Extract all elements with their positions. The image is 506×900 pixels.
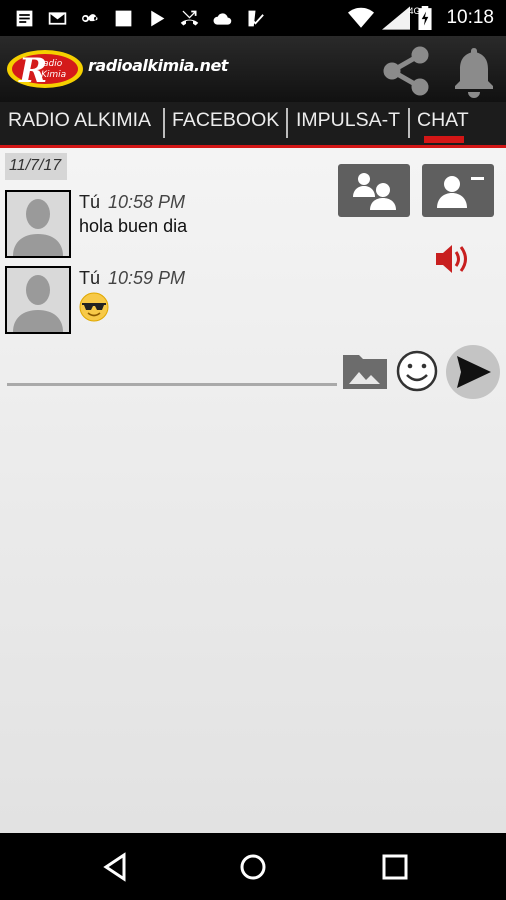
- sunglasses-emoji-icon: [78, 291, 110, 323]
- emoji-button[interactable]: [395, 348, 439, 394]
- site-title: radioalkimia.net: [88, 56, 228, 75]
- voicemail-icon: [82, 14, 98, 22]
- message-time: 10:58 PM: [108, 192, 186, 212]
- missed-call-icon: [180, 10, 199, 26]
- speaker-icon: [436, 245, 467, 273]
- send-icon: [446, 345, 500, 399]
- tab-divider: [163, 108, 165, 138]
- smiley-icon: [396, 350, 438, 392]
- clock: 10:18: [446, 7, 494, 28]
- tab-divider: [408, 108, 410, 138]
- notifications-button[interactable]: [448, 42, 500, 98]
- back-button[interactable]: [96, 847, 136, 887]
- message-input[interactable]: [7, 383, 337, 386]
- default-user-icon: [7, 192, 69, 256]
- message-time: 10:59 PM: [108, 268, 186, 288]
- signal-indicator: 4G: [382, 6, 420, 30]
- attach-image-button[interactable]: [341, 351, 389, 391]
- user-remove-button[interactable]: [422, 164, 494, 217]
- share-icon: [383, 46, 429, 96]
- bell-icon: [455, 48, 493, 98]
- users-group-button[interactable]: [338, 164, 410, 217]
- news-icon: [16, 10, 33, 27]
- battery-charging-icon: [418, 6, 432, 30]
- system-icons: 4G 10:18: [348, 6, 494, 30]
- tab-divider: [286, 108, 288, 138]
- user-remove-icon: [437, 176, 484, 208]
- navigation-bar: [0, 833, 506, 900]
- tab-radio-alkimia[interactable]: RADIO ALKIMIA: [8, 109, 151, 132]
- wifi-icon: [348, 7, 375, 28]
- svg-text:Kimia: Kimia: [41, 70, 66, 80]
- active-tab-indicator: [424, 136, 464, 143]
- users-group-icon: [353, 173, 396, 210]
- send-button[interactable]: [445, 344, 501, 400]
- default-user-icon: [7, 268, 69, 332]
- signal-icon: [382, 6, 411, 30]
- recents-button[interactable]: [375, 847, 415, 887]
- status-bar: 4G 10:18: [0, 0, 506, 36]
- home-icon: [240, 854, 266, 880]
- cloud-icon: [213, 13, 232, 25]
- chat-panel: 11/7/17 Tú 10:58 PM hola buen dia Tú 10:…: [0, 148, 506, 833]
- tab-impulsa-t[interactable]: IMPULSA-T: [296, 109, 400, 132]
- radio-logo[interactable]: R adio Kimia: [5, 44, 85, 92]
- message-sender: Tú: [79, 192, 101, 212]
- message-sender: Tú: [79, 268, 101, 288]
- home-button[interactable]: [233, 847, 273, 887]
- share-button[interactable]: [378, 42, 434, 98]
- svg-text:adio: adio: [43, 59, 63, 69]
- recents-icon: [382, 854, 408, 880]
- folder-image-icon: [343, 355, 387, 389]
- avatar: [5, 266, 71, 334]
- volume-button[interactable]: [434, 242, 474, 276]
- tab-chat[interactable]: CHAT: [417, 109, 469, 132]
- app-bar: R adio Kimia radioalkimia.net: [0, 36, 506, 102]
- check-shield-icon: [248, 10, 264, 27]
- radio-logo-icon: R adio Kimia: [7, 50, 83, 91]
- gmail-icon: [48, 12, 67, 25]
- image-icon: [115, 10, 132, 27]
- date-label: 11/7/17: [5, 153, 67, 180]
- back-icon: [103, 852, 126, 882]
- play-icon: [151, 10, 165, 27]
- avatar: [5, 190, 71, 258]
- tab-facebook[interactable]: FACEBOOK: [172, 109, 279, 132]
- notification-icons: [14, 8, 266, 29]
- message-text: hola buen dia: [79, 216, 188, 236]
